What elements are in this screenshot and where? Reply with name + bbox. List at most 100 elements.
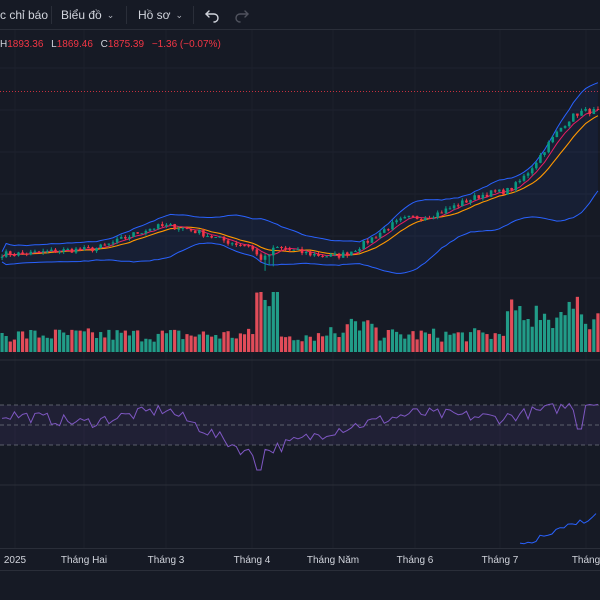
volume-bar	[534, 305, 538, 352]
chart-menu-label: Biểu đồ	[61, 8, 102, 22]
change-value: −1.36 (−0.07%)	[151, 39, 221, 50]
volume-bar	[210, 336, 214, 352]
candle-body	[300, 249, 304, 254]
candle-body	[87, 247, 90, 249]
volume-bar	[489, 338, 493, 352]
volume-bar	[177, 330, 181, 352]
volume-bar	[255, 292, 259, 352]
volume-bar	[386, 330, 390, 352]
volume-bar	[259, 292, 263, 352]
candle-body	[218, 236, 222, 238]
candle-body	[136, 232, 139, 234]
undo-button[interactable]	[204, 7, 220, 23]
candle-body	[177, 228, 181, 230]
volume-bar	[497, 334, 501, 352]
time-axis[interactable]: 2025 Tháng Hai Tháng 3 Tháng 4 Tháng Năm…	[0, 548, 600, 570]
chart-canvas[interactable]	[0, 30, 600, 548]
volume-bar	[456, 332, 460, 352]
volume-bar	[538, 320, 543, 352]
candle-body	[263, 255, 267, 260]
candle-body	[522, 175, 526, 181]
volume-bar	[111, 339, 115, 352]
time-tick-label: Tháng Năm	[306, 555, 360, 566]
redo-button[interactable]	[234, 7, 250, 23]
low-value: 1869.46	[56, 39, 93, 50]
volume-bar	[567, 301, 571, 352]
volume-bar	[296, 339, 300, 352]
candle-body	[95, 248, 98, 252]
candle-body	[202, 230, 205, 237]
redo-icon	[235, 10, 249, 23]
volume-bar	[90, 332, 95, 352]
candle-body	[4, 251, 8, 257]
profile-menu-button[interactable]: Hồ sơ ⌄	[138, 0, 183, 30]
volume-bar	[370, 323, 374, 352]
candle-body	[251, 246, 255, 250]
candle-body	[477, 195, 481, 199]
volume-bar	[345, 324, 349, 352]
high-value: 1893.36	[7, 39, 44, 50]
volume-bar	[407, 334, 411, 352]
candle-body	[271, 247, 275, 256]
volume-bar	[436, 337, 440, 352]
candle-body	[243, 245, 246, 247]
candle-body	[280, 246, 283, 248]
volume-bar	[275, 292, 279, 352]
volume-bar	[473, 328, 477, 352]
candle-body	[111, 242, 115, 244]
candle-body	[444, 208, 448, 214]
candle-body	[489, 190, 493, 197]
volume-bar	[300, 341, 304, 352]
candle-body	[181, 227, 185, 229]
chart-menu-button[interactable]: Biểu đồ ⌄	[61, 0, 114, 30]
time-tick-label: 2025	[3, 555, 27, 566]
candle-body	[333, 253, 337, 255]
volume-bar	[555, 317, 559, 352]
candle-body	[485, 194, 489, 197]
volume-bar	[123, 330, 127, 352]
candle-body	[407, 215, 411, 217]
candle-body	[559, 127, 563, 132]
candle-body	[70, 248, 74, 253]
candle-body	[506, 187, 509, 195]
volume-bar	[522, 320, 526, 352]
volume-bar	[403, 338, 407, 352]
candle-body	[580, 110, 583, 116]
volume-bar	[140, 341, 144, 352]
candle-body	[107, 243, 111, 245]
volume-bar	[127, 335, 132, 352]
volume-bar	[193, 336, 197, 352]
volume-bar	[78, 330, 82, 352]
candle-body	[296, 249, 300, 251]
volume-bar	[164, 333, 169, 352]
candle-body	[584, 108, 587, 111]
candle-body	[193, 230, 197, 234]
candle-body	[17, 252, 20, 256]
volume-bar	[464, 341, 469, 352]
candle-body	[350, 251, 353, 256]
volume-bar	[103, 337, 107, 352]
volume-bar	[119, 332, 123, 352]
candle-body	[387, 229, 390, 231]
candle-body	[66, 248, 70, 250]
volume-bar	[444, 331, 448, 352]
volume-bar	[542, 313, 547, 352]
candle-body	[29, 251, 33, 255]
candle-body	[436, 212, 439, 218]
volume-bar	[571, 308, 575, 352]
candle-body	[214, 237, 218, 239]
indicators-button[interactable]: c chỉ báo	[0, 0, 48, 30]
volume-bar	[70, 329, 74, 352]
candle-body	[74, 248, 78, 253]
volume-bar	[226, 331, 230, 352]
candle-body	[374, 237, 378, 239]
candle-body	[358, 249, 361, 251]
volume-bar	[173, 329, 177, 352]
candle-body	[140, 233, 144, 235]
candle-body	[50, 249, 53, 252]
time-tick-label: Tháng Hai	[60, 555, 108, 566]
candle-body	[206, 236, 209, 238]
candle-body	[152, 228, 156, 230]
volume-bar	[33, 330, 37, 352]
candle-body	[592, 108, 596, 115]
